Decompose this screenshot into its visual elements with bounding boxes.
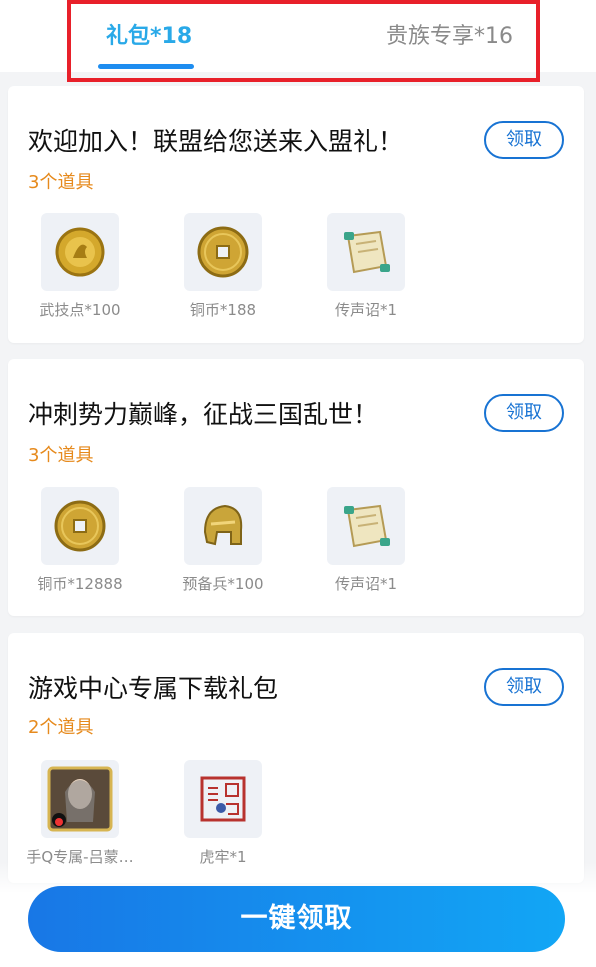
reward-item: 手Q专属-吕蒙…: [20, 760, 140, 867]
claim-button[interactable]: 领取: [484, 394, 564, 432]
gift-pack-card: 冲刺势力巅峰，征战三国乱世！ 3个道具 领取 铜币*12888 预备兵*100 …: [8, 359, 584, 616]
reward-item: 武技点*100: [20, 213, 140, 320]
item-label: 武技点*100: [39, 301, 121, 319]
item-label: 铜币*188: [189, 301, 257, 319]
scroll-icon: [327, 487, 405, 565]
scroll-icon: [327, 213, 405, 291]
reward-item: 虎牢*1: [163, 760, 283, 867]
item-label: 传声诏*1: [334, 575, 398, 593]
character-portrait-icon: [41, 760, 119, 838]
gold-emblem-coin-icon: [41, 213, 119, 291]
item-count: 3个道具: [28, 445, 94, 466]
claim-all-button[interactable]: 一键领取: [28, 886, 565, 952]
gift-pack-card: 游戏中心专属下载礼包 2个道具 领取 手Q专属-吕蒙… 虎牢*1: [8, 633, 584, 883]
reward-item: 铜币*188: [163, 213, 283, 320]
highlight-box: [67, 0, 540, 82]
copper-coin-icon: [184, 213, 262, 291]
red-seal-icon: [184, 760, 262, 838]
item-label: 铜币*12888: [37, 575, 123, 593]
copper-coin-icon: [41, 487, 119, 565]
pack-title: 游戏中心专属下载礼包: [28, 674, 279, 703]
reward-item: 传声诏*1: [306, 487, 426, 594]
reward-item: 预备兵*100: [163, 487, 283, 594]
gift-pack-card: 欢迎加入！联盟给您送来入盟礼！ 3个道具 领取 武技点*100 铜币*188 传…: [8, 86, 584, 343]
item-count: 3个道具: [28, 172, 94, 193]
reward-item: 铜币*12888: [20, 487, 140, 594]
item-label: 预备兵*100: [182, 575, 264, 593]
item-count: 2个道具: [28, 717, 94, 738]
golden-helmet-icon: [184, 487, 262, 565]
claim-button[interactable]: 领取: [484, 121, 564, 159]
item-label: 传声诏*1: [334, 301, 398, 319]
reward-item: 传声诏*1: [306, 213, 426, 320]
claim-button[interactable]: 领取: [484, 668, 564, 706]
pack-title: 冲刺势力巅峰，征战三国乱世！: [28, 400, 379, 429]
pack-title: 欢迎加入！联盟给您送来入盟礼！: [28, 127, 404, 156]
